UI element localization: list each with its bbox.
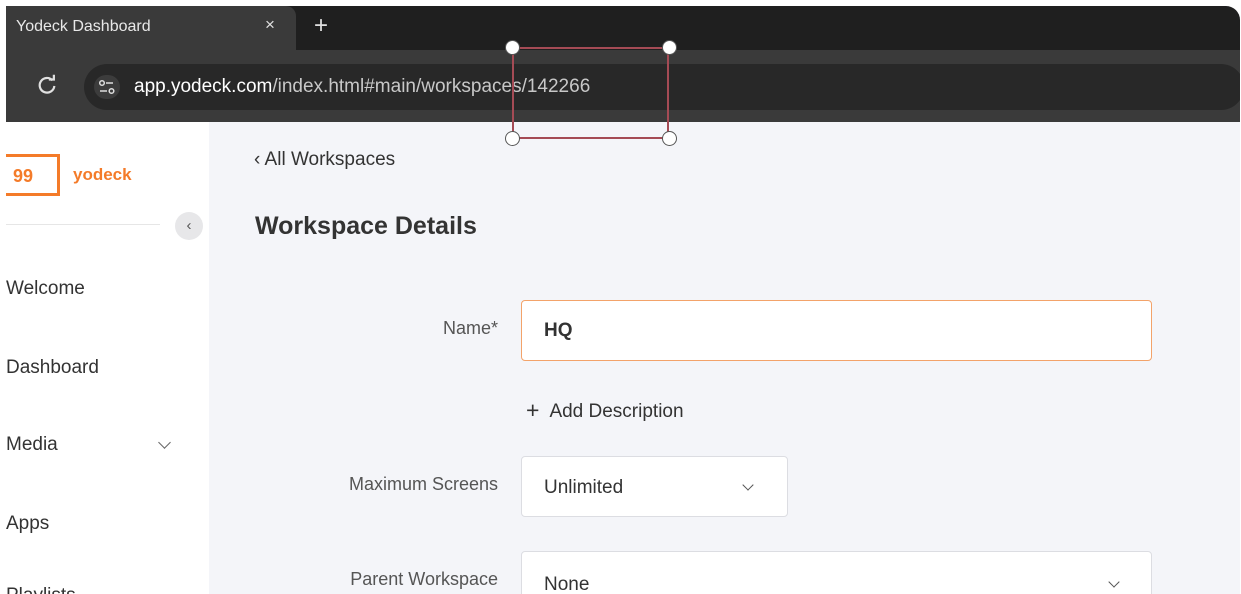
parent-workspace-label: Parent Workspace <box>350 569 498 589</box>
maximum-screens-label: Maximum Screens <box>348 474 498 494</box>
all-workspaces-link[interactable]: ‹ All Workspaces <box>254 149 395 171</box>
sidebar-item-welcome[interactable]: Welcome <box>6 278 85 300</box>
sidebar-divider <box>6 224 160 225</box>
url-host: app.yodeck.com <box>134 76 273 97</box>
page-title: Workspace Details <box>255 212 477 240</box>
brand-name: yodeck <box>73 165 132 184</box>
yodeck-logo[interactable]: 99 <box>6 154 60 196</box>
add-description-label: Add Description <box>549 401 684 422</box>
workspace-name-input[interactable] <box>521 300 1152 361</box>
resize-handle[interactable] <box>662 40 677 55</box>
selection-box[interactable] <box>512 47 669 139</box>
site-info-icon[interactable] <box>94 75 120 99</box>
resize-handle[interactable] <box>662 131 677 146</box>
chevron-down-icon <box>742 479 754 491</box>
sidebar-item-media[interactable]: Media <box>6 434 58 456</box>
sidebar-item-playlists[interactable]: Playlists <box>6 585 76 594</box>
close-icon[interactable]: × <box>265 15 275 35</box>
parent-workspace-value: None <box>544 574 590 594</box>
add-description-button[interactable]: + Add Description <box>526 396 684 423</box>
maximum-screens-select[interactable]: Unlimited <box>521 456 788 517</box>
chevron-down-icon <box>1108 576 1120 588</box>
browser-tab[interactable]: Yodeck Dashboard × <box>6 6 296 50</box>
collapse-sidebar-button[interactable]: ‹ <box>175 212 203 240</box>
screen-frame: Yodeck Dashboard × + app.yodeck.com/inde… <box>6 6 1240 594</box>
maximum-screens-value: Unlimited <box>544 477 624 498</box>
sidebar-item-dashboard[interactable]: Dashboard <box>6 357 99 379</box>
resize-handle[interactable] <box>505 131 520 146</box>
sidebar: 99 yodeck ‹ Welcome Dashboard Media Apps… <box>6 122 209 594</box>
tab-title: Yodeck Dashboard <box>16 18 151 35</box>
resize-handle[interactable] <box>505 40 520 55</box>
browser-tab-bar: Yodeck Dashboard × + <box>6 6 1240 50</box>
sidebar-item-apps[interactable]: Apps <box>6 513 49 535</box>
parent-workspace-select[interactable]: None <box>521 551 1152 594</box>
new-tab-button[interactable]: + <box>314 12 328 40</box>
reload-icon[interactable] <box>36 74 58 96</box>
plus-icon: + <box>526 397 540 423</box>
chevron-down-icon[interactable] <box>158 436 171 449</box>
name-label: Name* <box>442 318 498 338</box>
